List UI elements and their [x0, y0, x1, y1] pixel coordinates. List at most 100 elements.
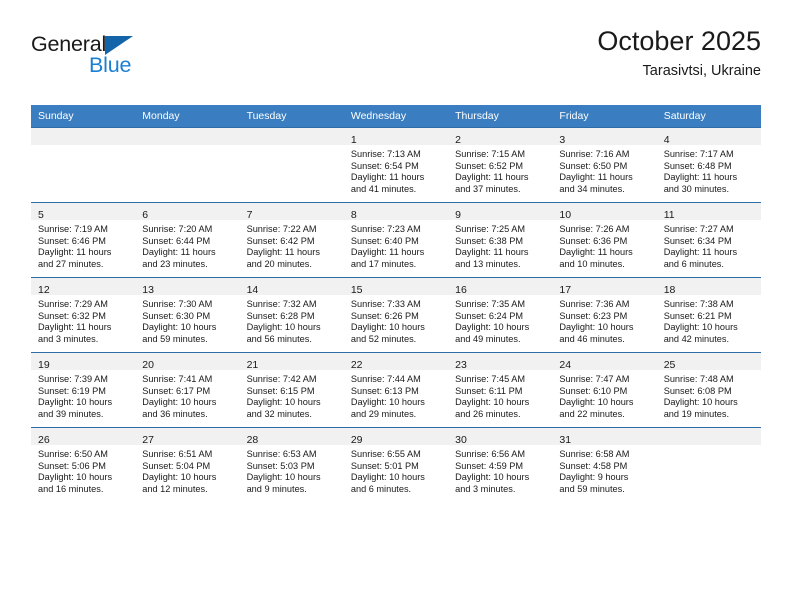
day-box: 23 Sunrise: 7:45 AM Sunset: 6:11 PM Dayligh… [448, 353, 553, 427]
calendar-day-cell[interactable]: 5 Sunrise: 7:19 AM Sunset: 6:46 PM Daylight… [31, 202, 136, 278]
calendar-day-cell[interactable]: 25 Sunrise: 7:48 AM Sunset: 6:08 PM Dayligh… [656, 352, 761, 428]
sunrise-text: Sunrise: 7:36 AM [559, 299, 630, 309]
calendar-day-cell[interactable]: 22 Sunrise: 7:44 AM Sunset: 6:13 PM Dayligh… [343, 352, 449, 428]
calendar-day-cell[interactable]: 26 Sunrise: 6:50 AM Sunset: 5:06 PM Dayligh… [31, 427, 136, 502]
calendar-day-cell[interactable]: 27 Sunrise: 6:51 AM Sunset: 5:04 PM Dayligh… [135, 427, 240, 502]
sunset-text: Sunset: 6:11 PM [455, 385, 523, 396]
day-number-band: 7 [239, 203, 344, 221]
calendar-day-cell[interactable]: 31 Sunrise: 6:58 AM Sunset: 4:58 PM Dayligh… [552, 427, 657, 502]
day-box: 29 Sunrise: 6:55 AM Sunset: 5:01 PM Dayligh… [343, 428, 449, 502]
day-number: 9 [455, 209, 461, 221]
calendar-day-cell[interactable]: 21 Sunrise: 7:42 AM Sunset: 6:15 PM Dayligh… [239, 352, 344, 428]
day-number-band: 14 [239, 278, 344, 296]
day-box [239, 128, 344, 202]
title-block: October 2025 Tarasivtsi, Ukraine [597, 26, 761, 80]
calendar-day-cell[interactable]: 7 Sunrise: 7:22 AM Sunset: 6:42 PM Daylight… [239, 202, 344, 278]
sunrise-text: Sunrise: 6:51 AM [142, 449, 213, 459]
weekday-header-wednesday: Wednesday [343, 105, 449, 128]
day-box: 20 Sunrise: 7:41 AM Sunset: 6:17 PM Dayligh… [135, 353, 240, 427]
sunset-text: Sunset: 4:58 PM [559, 460, 628, 471]
day-number-band: 19 [31, 353, 136, 371]
day-number-band [239, 128, 344, 145]
day-details: Sunrise: 7:30 AM Sunset: 6:30 PM Daylight:… [135, 295, 239, 345]
day-number: 16 [455, 284, 467, 296]
day-details: Sunrise: 7:19 AM Sunset: 6:46 PM Daylight:… [31, 220, 135, 270]
day-number-band: 1 [343, 128, 449, 146]
sunset-text: Sunset: 5:01 PM [350, 460, 419, 471]
calendar-day-cell[interactable]: 8 Sunrise: 7:23 AM Sunset: 6:40 PM Daylight… [343, 202, 449, 278]
daylight-text-line2: and 27 minutes. [38, 258, 104, 269]
day-box [31, 128, 136, 202]
calendar-day-cell[interactable]: 6 Sunrise: 7:20 AM Sunset: 6:44 PM Daylight… [135, 202, 240, 278]
sunrise-text: Sunrise: 6:53 AM [246, 449, 317, 459]
day-number: 22 [350, 359, 363, 371]
logo-text-blue: Blue [89, 53, 132, 77]
day-number: 6 [142, 209, 149, 221]
sunset-text: Sunset: 6:44 PM [142, 235, 211, 246]
daylight-text-line2: and 42 minutes. [663, 333, 730, 344]
sunrise-text: Sunrise: 7:35 AM [455, 299, 526, 309]
sunrise-text: Sunrise: 6:50 AM [38, 449, 108, 459]
calendar-day-cell[interactable]: 29 Sunrise: 6:55 AM Sunset: 5:01 PM Dayligh… [343, 427, 449, 502]
day-number: 11 [663, 209, 675, 221]
daylight-text-line2: and 36 minutes. [142, 408, 208, 419]
daylight-text-line2: and 6 minutes. [350, 483, 412, 494]
calendar-day-cell[interactable]: 4 Sunrise: 7:17 AM Sunset: 6:48 PM Daylight… [656, 127, 761, 203]
day-number-band: 26 [31, 428, 136, 446]
calendar-day-cell[interactable]: 13 Sunrise: 7:30 AM Sunset: 6:30 PM Dayligh… [135, 277, 240, 353]
daylight-text-line1: Daylight: 11 hours [455, 172, 529, 183]
calendar-day-cell[interactable]: 14 Sunrise: 7:32 AM Sunset: 6:28 PM Dayligh… [239, 277, 344, 353]
day-number-band: 3 [552, 128, 657, 146]
sunset-text: Sunset: 6:50 PM [559, 160, 628, 171]
calendar-day-cell[interactable]: 1 Sunrise: 7:13 AM Sunset: 6:54 PM Daylight… [343, 127, 449, 203]
calendar-day-cell[interactable]: 12 Sunrise: 7:29 AM Sunset: 6:32 PM Dayligh… [31, 277, 136, 353]
sunrise-text: Sunrise: 7:17 AM [663, 149, 734, 159]
page-subtitle: Tarasivtsi, Ukraine [642, 63, 761, 80]
sunrise-text: Sunrise: 7:16 AM [559, 149, 630, 159]
calendar-day-cell[interactable]: 28 Sunrise: 6:53 AM Sunset: 5:03 PM Dayligh… [239, 427, 344, 502]
calendar-day-cell[interactable]: 19 Sunrise: 7:39 AM Sunset: 6:19 PM Dayligh… [31, 352, 136, 428]
weekday-header-monday: Monday [135, 105, 240, 128]
sunrise-text: Sunrise: 7:27 AM [663, 224, 734, 234]
sunset-text: Sunset: 6:23 PM [559, 310, 628, 321]
calendar-day-cell[interactable]: 20 Sunrise: 7:41 AM Sunset: 6:17 PM Dayligh… [135, 352, 240, 428]
calendar-day-cell[interactable]: 10 Sunrise: 7:26 AM Sunset: 6:36 PM Dayligh… [552, 202, 657, 278]
daylight-text-line1: Daylight: 10 hours [350, 397, 425, 408]
calendar-day-cell[interactable]: 9 Sunrise: 7:25 AM Sunset: 6:38 PM Daylight… [448, 202, 553, 278]
sunrise-text: Sunrise: 6:56 AM [455, 449, 526, 459]
day-number: 19 [38, 359, 50, 371]
calendar-day-cell-empty [656, 427, 761, 502]
sunrise-text: Sunrise: 6:58 AM [559, 449, 630, 459]
daylight-text-line1: Daylight: 11 hours [559, 172, 633, 183]
calendar-day-cell[interactable]: 23 Sunrise: 7:45 AM Sunset: 6:11 PM Dayligh… [448, 352, 553, 428]
calendar-day-cell[interactable]: 15 Sunrise: 7:33 AM Sunset: 6:26 PM Dayligh… [343, 277, 449, 353]
calendar-day-cell[interactable]: 30 Sunrise: 6:56 AM Sunset: 4:59 PM Dayligh… [448, 427, 553, 502]
calendar-day-cell[interactable]: 24 Sunrise: 7:47 AM Sunset: 6:10 PM Dayligh… [552, 352, 657, 428]
general-blue-logo: General Blue [31, 33, 161, 86]
day-box [656, 428, 761, 502]
sunrise-text: Sunrise: 7:45 AM [455, 374, 526, 384]
calendar-day-cell[interactable]: 16 Sunrise: 7:35 AM Sunset: 6:24 PM Dayligh… [448, 277, 553, 353]
day-number-band: 12 [31, 278, 136, 296]
calendar-day-cell[interactable]: 17 Sunrise: 7:36 AM Sunset: 6:23 PM Dayligh… [552, 277, 657, 353]
day-box: 2 Sunrise: 7:15 AM Sunset: 6:52 PM Daylight… [448, 128, 553, 202]
calendar-day-cell[interactable]: 11 Sunrise: 7:27 AM Sunset: 6:34 PM Dayligh… [656, 202, 761, 278]
daylight-text-line2: and 3 minutes. [38, 333, 99, 344]
day-number-band: 17 [552, 278, 657, 296]
day-box: 21 Sunrise: 7:42 AM Sunset: 6:15 PM Dayligh… [239, 353, 344, 427]
calendar-day-cell[interactable]: 2 Sunrise: 7:15 AM Sunset: 6:52 PM Daylight… [448, 127, 553, 203]
calendar-day-cell[interactable]: 3 Sunrise: 7:16 AM Sunset: 6:50 PM Daylight… [552, 127, 657, 203]
day-details: Sunrise: 6:58 AM Sunset: 4:58 PM Daylight:… [552, 445, 656, 495]
day-number-band: 30 [448, 428, 553, 446]
sunrise-text: Sunrise: 6:55 AM [350, 449, 421, 459]
daylight-text-line2: and 59 minutes. [142, 333, 208, 344]
daylight-text-line1: Daylight: 10 hours [246, 472, 321, 483]
day-number-band: 11 [656, 203, 761, 221]
day-number-band [31, 128, 136, 145]
day-number-band: 16 [448, 278, 553, 296]
sunset-text: Sunset: 6:17 PM [142, 385, 211, 396]
day-details: Sunrise: 7:13 AM Sunset: 6:54 PM Daylight:… [344, 145, 448, 195]
daylight-text-line2: and 32 minutes. [246, 408, 312, 419]
calendar-day-cell[interactable]: 18 Sunrise: 7:38 AM Sunset: 6:21 PM Dayligh… [656, 277, 761, 353]
day-number-band [135, 128, 240, 145]
